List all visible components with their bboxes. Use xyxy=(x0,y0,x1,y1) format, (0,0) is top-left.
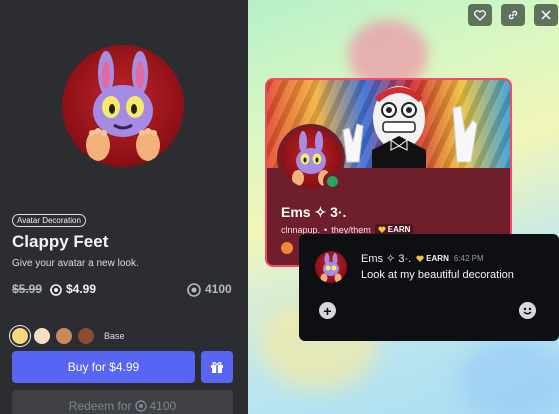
earn-badge: EARN xyxy=(416,254,449,263)
heart-icon xyxy=(474,9,486,21)
swatch-0[interactable] xyxy=(12,328,28,344)
message-content: Look at my beautiful decoration xyxy=(361,269,514,281)
nitro-price: $4.99 xyxy=(66,282,97,296)
favorite-button[interactable] xyxy=(468,4,492,26)
orb-icon xyxy=(187,283,201,297)
heart-icon xyxy=(378,226,386,233)
message-header: Ems ✧ 3·. EARN 6:42 PM xyxy=(361,252,484,265)
chat-message-preview: Ems ✧ 3·. EARN 6:42 PM Look at my beauti… xyxy=(299,234,559,341)
message-avatar xyxy=(315,251,347,283)
original-price: $5.99 xyxy=(12,282,43,296)
add-attachment-icon: + xyxy=(319,302,336,319)
product-panel: Avatar Decoration Clappy Feet Give your … xyxy=(0,0,248,414)
product-type-tag: Avatar Decoration xyxy=(12,214,86,227)
price-row: $5.99 $4.99 4100 xyxy=(12,282,234,298)
swatch-1[interactable] xyxy=(34,328,50,344)
profile-display-name: Ems ✧ 3·. xyxy=(281,204,347,220)
character-avatar-art xyxy=(86,51,160,161)
activity-icon xyxy=(281,242,293,254)
decoration-preview-avatar xyxy=(62,45,184,167)
product-description: Give your avatar a new look. xyxy=(12,258,139,269)
orb-price: 4100 xyxy=(205,282,232,296)
copy-link-button[interactable] xyxy=(501,4,525,26)
link-icon xyxy=(508,10,518,20)
redeem-button[interactable]: Redeem for 4100 xyxy=(12,390,233,414)
gift-button[interactable] xyxy=(201,351,233,383)
redeem-label: Redeem for xyxy=(68,399,132,413)
earn-badge-label: EARN xyxy=(387,225,411,234)
profile-username: clnnapup. xyxy=(281,224,321,235)
color-variant-picker: Base xyxy=(12,328,212,344)
heart-icon xyxy=(416,255,424,262)
emoji-icon xyxy=(519,302,536,319)
status-dot xyxy=(326,175,338,187)
swatch-2[interactable] xyxy=(56,328,72,344)
close-icon xyxy=(541,10,551,20)
message-timestamp: 6:42 PM xyxy=(453,254,484,263)
nitro-icon xyxy=(50,284,62,296)
product-title: Clappy Feet xyxy=(12,232,109,251)
character-avatar-art xyxy=(320,253,342,283)
gift-icon xyxy=(211,362,223,373)
orb-icon xyxy=(134,400,147,412)
message-author: Ems ✧ 3·. xyxy=(361,253,412,265)
variant-label: Base xyxy=(104,331,125,341)
meta-separator: • xyxy=(324,224,328,235)
profile-pronouns: they/them xyxy=(331,224,371,235)
close-button[interactable] xyxy=(534,4,558,26)
swatch-3[interactable] xyxy=(78,328,94,344)
online-status-indicator xyxy=(323,172,341,190)
earn-badge-label: EARN xyxy=(426,254,449,263)
buy-button[interactable]: Buy for $4.99 xyxy=(12,351,195,383)
background-shape xyxy=(458,340,559,414)
redeem-amount: 4100 xyxy=(149,399,177,413)
